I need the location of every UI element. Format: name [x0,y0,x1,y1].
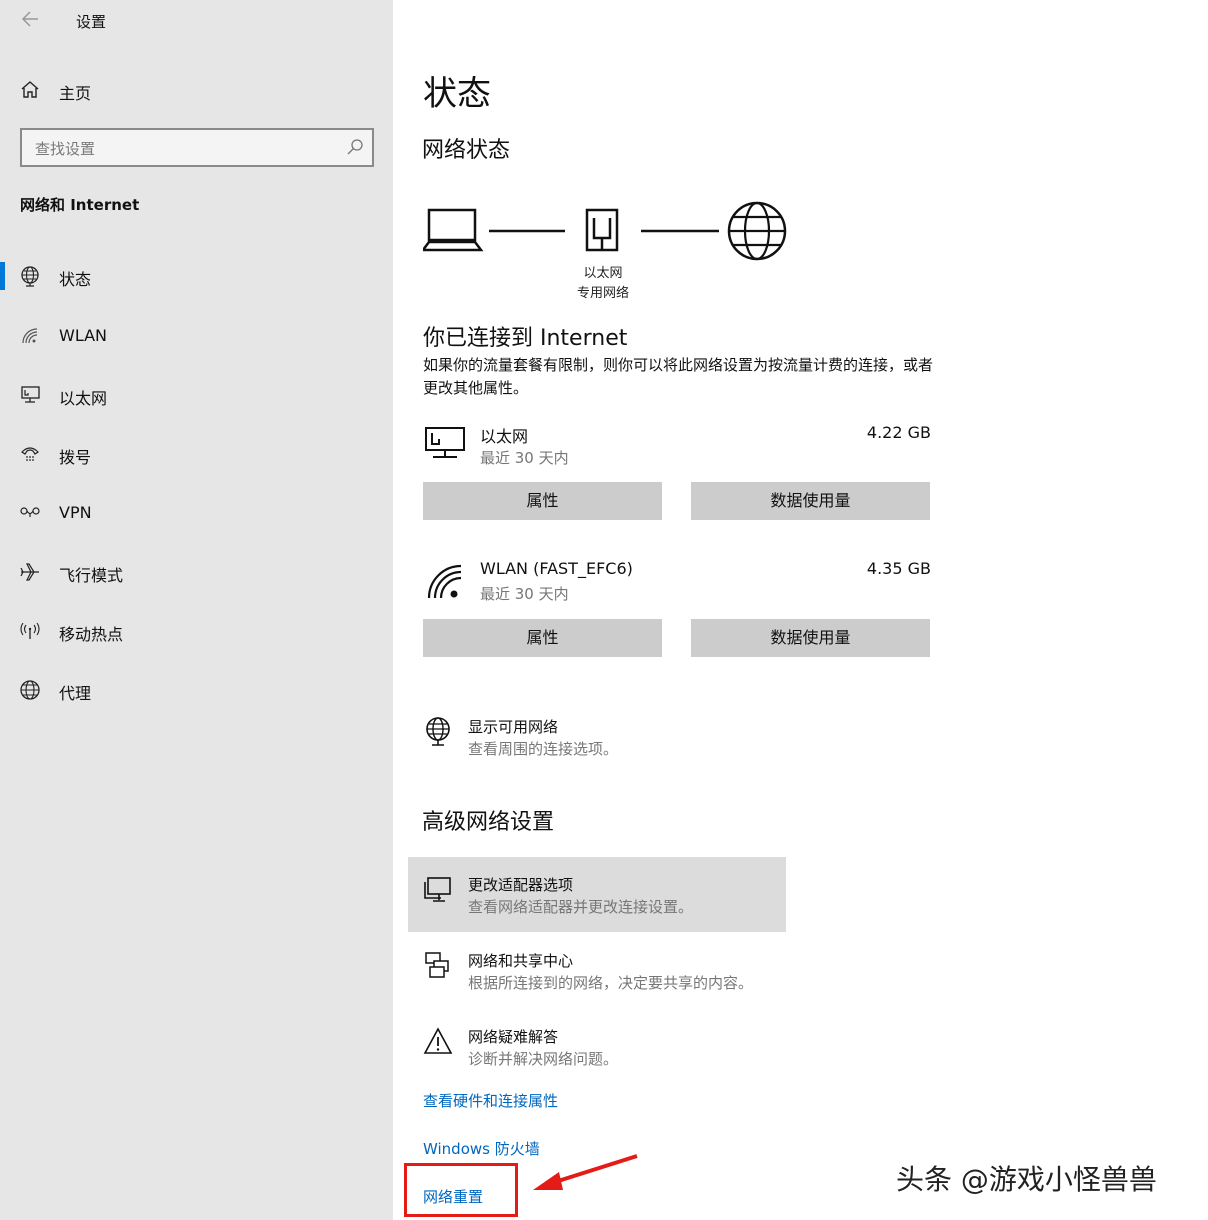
network-status-heading: 网络状态 [422,138,511,163]
sidebar-item-home[interactable]: 主页 [0,72,393,108]
home-label: 主页 [59,84,92,103]
sidebar-item-ethernet[interactable]: 以太网 [0,375,393,415]
adapter-name: WLAN (FAST_EFC6) [480,559,633,578]
ethernet-properties-button[interactable]: 属性 [423,482,662,520]
wifi-icon [22,328,38,344]
adapter-period: 最近 30 天内 [480,449,569,467]
sidebar-item-airplane[interactable]: 飞行模式 [0,552,393,592]
globe-status-icon [21,266,39,287]
search-placeholder: 查找设置 [35,140,96,158]
network-diagram-graphic [420,201,787,261]
main-content: 状态 网络状态 以太网 专用网络 你已连接到 Internet 如果你的流量套餐… [393,0,1208,1220]
adapter-name: 以太网 [480,427,529,446]
option-title: 网络和共享中心 [468,952,574,970]
watermark: 头条 @游戏小怪兽兽 [896,1163,1157,1196]
back-arrow-icon[interactable] [20,8,42,30]
sidebar-item-label: 拨号 [59,448,92,467]
diagram-caption-type: 以太网 [583,266,623,281]
option-description: 查看网络适配器并更改连接设置。 [468,898,694,916]
sidebar-item-label: VPN [59,503,92,522]
adapter-ethernet: 以太网 最近 30 天内 4.22 GB [423,422,931,482]
home-icon [21,81,39,98]
advanced-heading: 高级网络设置 [422,810,555,835]
network-diagram: 以太网 专用网络 [420,198,803,308]
sidebar: 设置 主页 查找设置 网络和 Internet 状态 WLAN 以太网 拨号 V… [0,0,393,1220]
app-title: 设置 [76,13,107,31]
dialup-icon [21,447,39,461]
airplane-icon [20,563,39,581]
selection-indicator [0,262,5,290]
windows-firewall-link[interactable]: Windows 防火墙 [423,1138,540,1159]
vpn-icon [20,507,40,517]
show-available-networks[interactable]: 显示可用网络 查看周围的连接选项。 [423,716,823,776]
ethernet-adapter-icon [425,427,465,458]
search-icon[interactable] [346,138,364,156]
hardware-properties-link[interactable]: 查看硬件和连接属性 [423,1090,558,1111]
adapter-settings-icon [424,877,451,902]
adapter-usage: 4.35 GB [866,559,931,578]
adapter-usage: 4.22 GB [866,423,931,442]
annotation-highlight-box [404,1163,518,1217]
ethernet-icon [21,386,40,403]
sidebar-item-proxy[interactable]: 代理 [0,670,393,710]
wlan-data-usage-button[interactable]: 数据使用量 [691,619,930,657]
sidebar-item-hotspot[interactable]: 移动热点 [0,611,393,651]
option-title: 更改适配器选项 [468,876,574,894]
change-adapter-options[interactable]: 更改适配器选项 查看网络适配器并更改连接设置。 [423,874,823,934]
sidebar-item-label: 以太网 [59,389,108,408]
diagram-caption-profile: 专用网络 [576,286,629,301]
option-title: 显示可用网络 [468,718,559,736]
sidebar-item-label: 代理 [59,684,92,703]
warning-icon [423,1027,453,1054]
sidebar-item-vpn[interactable]: VPN [0,493,393,533]
page-title: 状态 [423,74,491,114]
adapter-wlan: WLAN (FAST_EFC6) 最近 30 天内 4.35 GB [423,558,931,618]
sidebar-item-label: 飞行模式 [59,566,124,585]
sidebar-item-wlan[interactable]: WLAN [0,316,393,356]
network-troubleshooter[interactable]: 网络疑难解答 诊断并解决网络问题。 [423,1026,823,1086]
annotation-arrow-icon [533,1154,638,1190]
option-description: 诊断并解决网络问题。 [468,1050,619,1068]
internet-globe-icon [727,201,787,261]
connected-heading: 你已连接到 Internet [423,326,628,351]
laptop-icon [420,208,484,252]
globe-network-icon [426,717,450,746]
sidebar-item-dialup[interactable]: 拨号 [0,434,393,474]
network-sharing-center[interactable]: 网络和共享中心 根据所连接到的网络，决定要共享的内容。 [423,950,823,1010]
wlan-properties-button[interactable]: 属性 [423,619,662,657]
search-input[interactable]: 查找设置 [20,128,374,167]
ethernet-port-icon [585,208,619,252]
sidebar-item-label: 状态 [59,270,92,289]
wifi-adapter-icon [427,564,462,598]
sidebar-item-status[interactable]: 状态 [0,256,393,296]
section-title: 网络和 Internet [20,196,140,214]
connected-description: 如果你的流量套餐有限制，则你可以将此网络设置为按流量计费的连接，或者更改其他属性… [423,356,934,397]
globe-icon [20,680,40,700]
option-description: 查看周围的连接选项。 [468,740,619,758]
ethernet-data-usage-button[interactable]: 数据使用量 [691,482,930,520]
option-description: 根据所连接到的网络，决定要共享的内容。 [468,974,754,992]
sidebar-item-label: 移动热点 [59,625,124,644]
hotspot-icon [20,622,40,639]
adapter-period: 最近 30 天内 [480,585,569,603]
option-title: 网络疑难解答 [468,1028,559,1046]
sidebar-item-label: WLAN [59,326,108,345]
sharing-center-icon [425,952,449,978]
